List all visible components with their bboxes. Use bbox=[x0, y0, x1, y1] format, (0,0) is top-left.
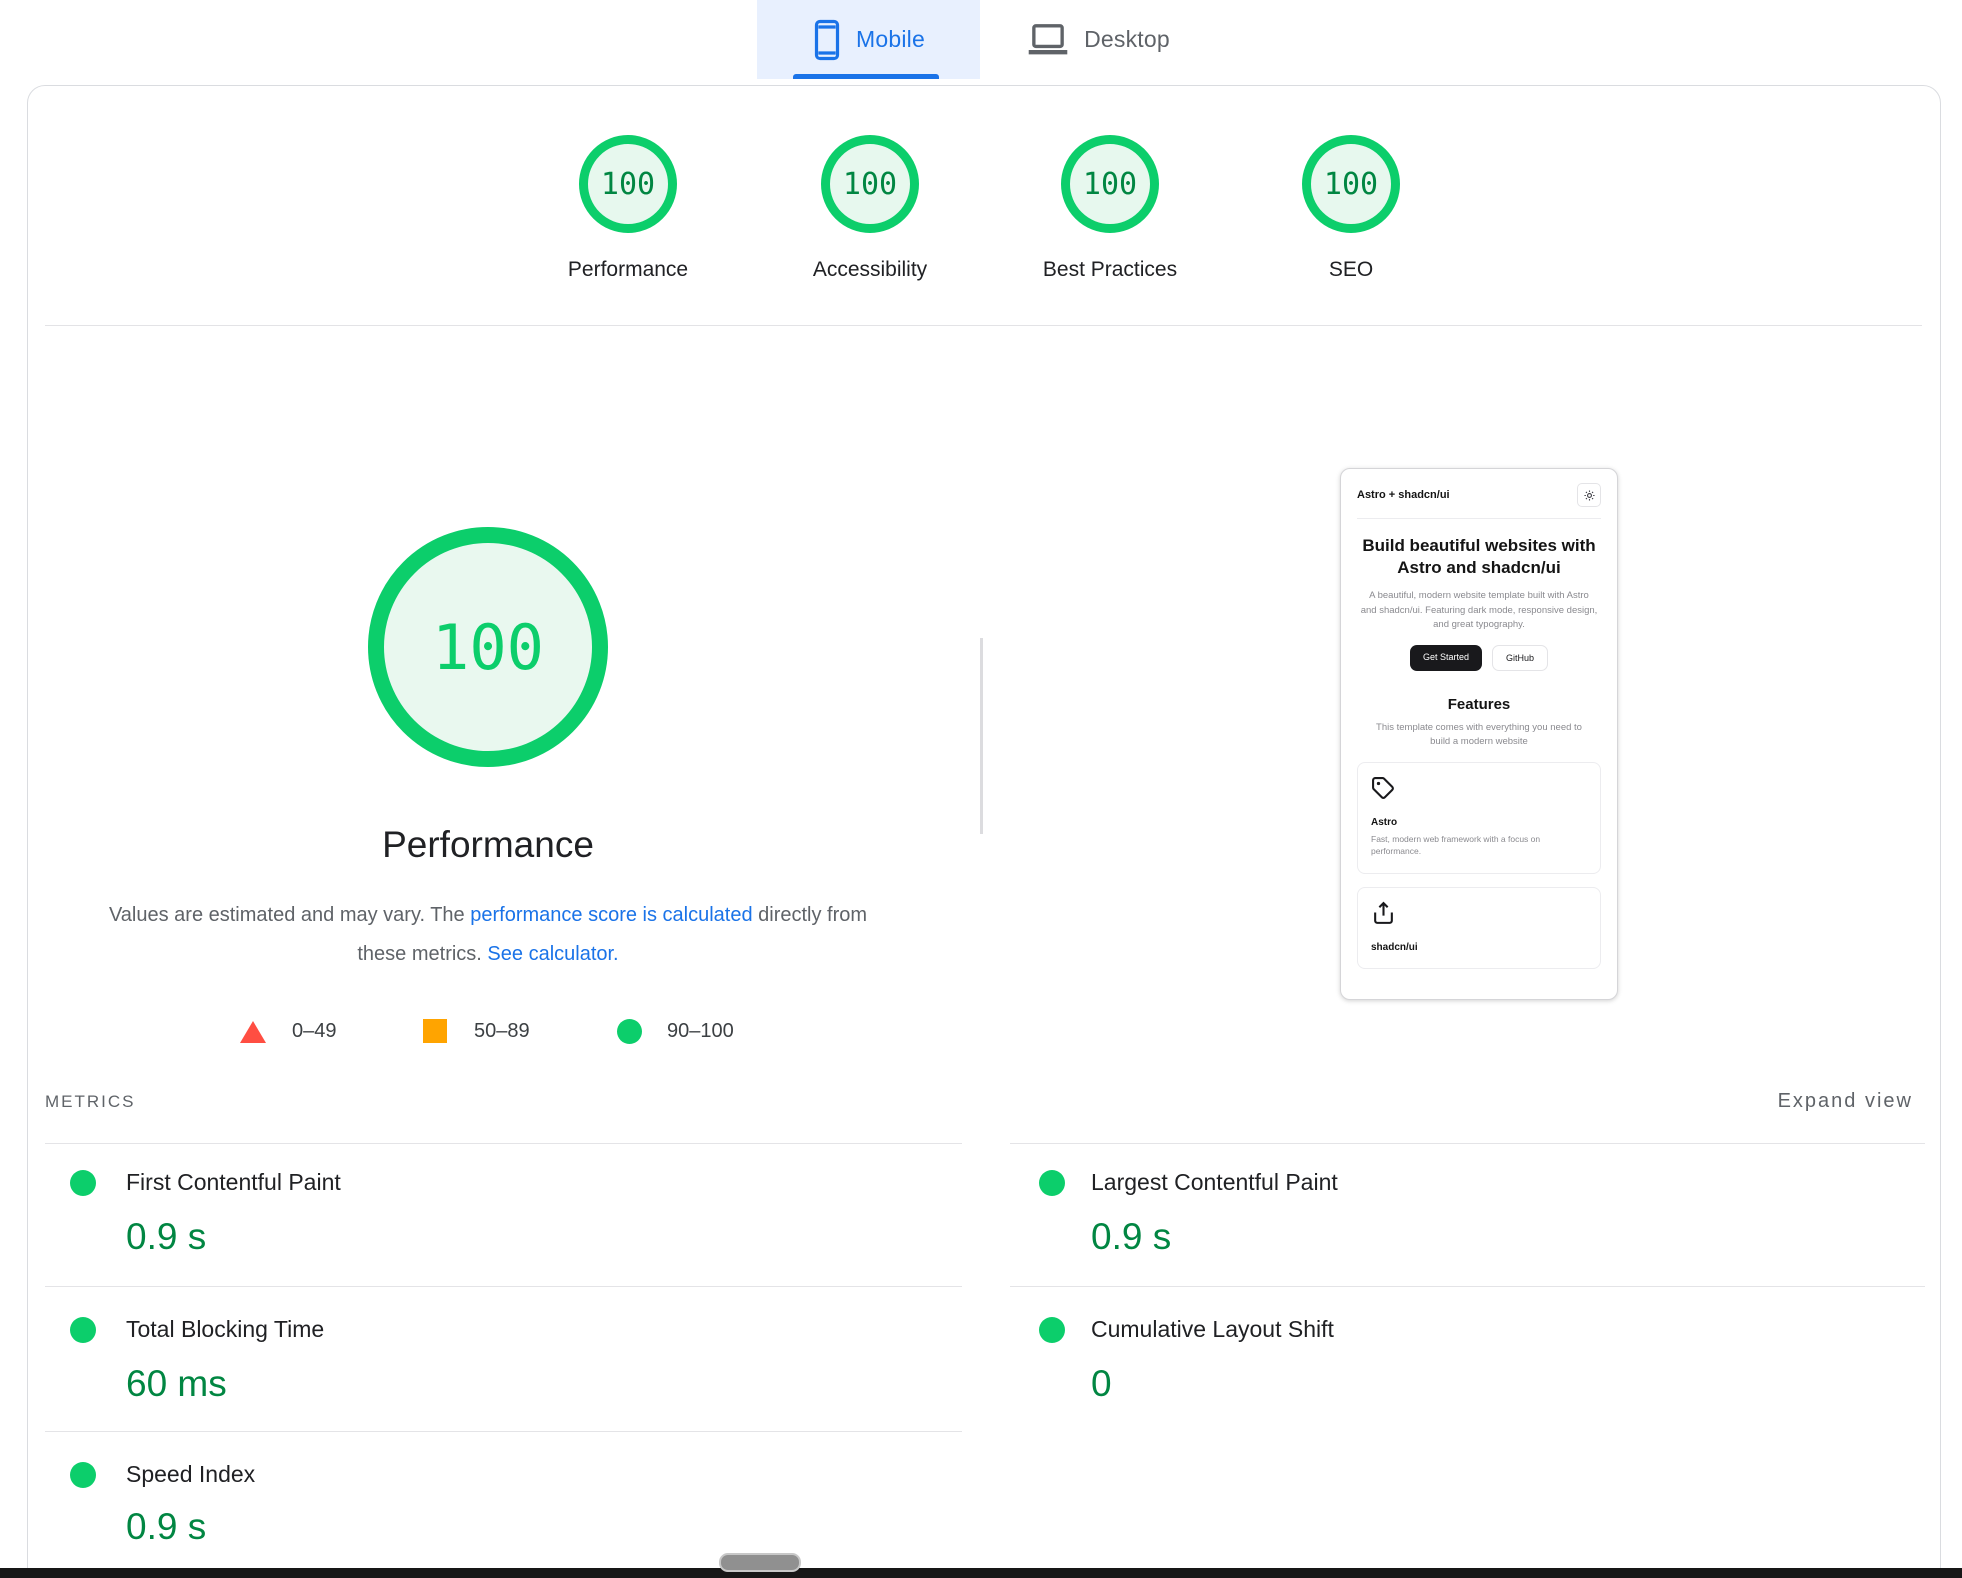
metric-name-speed-index: Speed Index bbox=[126, 1461, 256, 1487]
metric-pass-dot-icon bbox=[70, 1170, 96, 1196]
see-calculator-link[interactable]: See calculator. bbox=[487, 943, 618, 965]
tab-mobile[interactable]: Mobile bbox=[757, 0, 980, 79]
metric-pass-dot-icon bbox=[1039, 1317, 1065, 1343]
score-circle-best-practices: 100 bbox=[1061, 135, 1159, 233]
score-value: 100 bbox=[842, 166, 898, 202]
legend-pass-circle-icon bbox=[617, 1019, 642, 1044]
preview-site-title: Astro + shadcn/ui bbox=[1357, 489, 1450, 501]
preview-site-header: Astro + shadcn/ui bbox=[1357, 483, 1601, 519]
category-label-seo[interactable]: SEO bbox=[1221, 258, 1481, 282]
performance-gauge: 100 bbox=[368, 527, 608, 767]
metric-value-fcp: 0.9 s bbox=[126, 1216, 207, 1257]
metric-name-lcp: Largest Contentful Paint bbox=[1091, 1169, 1338, 1195]
preview-feature-text: Fast, modern web framework with a focus … bbox=[1371, 833, 1541, 857]
performance-gauge-score: 100 bbox=[432, 610, 544, 684]
preview-feature-title: shadcn/ui bbox=[1371, 941, 1418, 953]
preview-hero-buttons: Get Started GitHub bbox=[1357, 644, 1601, 671]
performance-section-title: Performance bbox=[382, 824, 594, 865]
metric-name-cls: Cumulative Layout Shift bbox=[1091, 1316, 1334, 1342]
metric-value-cls: 0 bbox=[1091, 1363, 1112, 1404]
metric-row-divider bbox=[1010, 1143, 1925, 1144]
score-value: 100 bbox=[1323, 166, 1379, 202]
sun-icon bbox=[1583, 489, 1595, 501]
category-label-accessibility[interactable]: Accessibility bbox=[740, 258, 1000, 282]
preview-feature-card-shadcn: shadcn/ui bbox=[1357, 886, 1601, 969]
legend-average-range: 50–89 bbox=[474, 1020, 530, 1042]
final-screenshot-thumbnail[interactable]: Astro + shadcn/ui Build beautiful websit… bbox=[1340, 468, 1618, 1000]
legend-fail-triangle-icon bbox=[240, 1021, 266, 1043]
tab-desktop[interactable]: Desktop bbox=[988, 0, 1208, 79]
metrics-heading: METRICS bbox=[45, 1092, 136, 1111]
preview-feature-card-astro: Astro Fast, modern web framework with a … bbox=[1357, 761, 1601, 874]
preview-features-heading: Features bbox=[1447, 695, 1511, 713]
metric-pass-dot-icon bbox=[1039, 1170, 1065, 1196]
score-value: 100 bbox=[600, 166, 656, 202]
preview-get-started-button: Get Started bbox=[1409, 644, 1482, 671]
metric-row-divider bbox=[45, 1143, 962, 1144]
legend-average-square-icon bbox=[423, 1019, 447, 1043]
metric-row-divider bbox=[1010, 1286, 1925, 1287]
tab-desktop-label: Desktop bbox=[1084, 26, 1170, 52]
tab-mobile-label: Mobile bbox=[856, 26, 925, 52]
pagespeed-report: Mobile Desktop 100 100 100 100 Performan… bbox=[0, 0, 1962, 1578]
legend-fail-range: 0–49 bbox=[292, 1020, 337, 1042]
theme-toggle-button bbox=[1577, 483, 1601, 507]
score-circle-performance: 100 bbox=[579, 135, 677, 233]
laptop-icon bbox=[1028, 23, 1068, 54]
score-value: 100 bbox=[1082, 166, 1138, 202]
category-label-performance[interactable]: Performance bbox=[498, 258, 758, 282]
metric-value-lcp: 0.9 s bbox=[1091, 1216, 1172, 1257]
metric-row-divider bbox=[45, 1431, 962, 1432]
metric-value-tbt: 60 ms bbox=[126, 1363, 227, 1404]
metric-row-divider bbox=[45, 1286, 962, 1287]
section-divider bbox=[45, 325, 1922, 326]
category-label-best-practices[interactable]: Best Practices bbox=[980, 258, 1240, 282]
score-circle-seo: 100 bbox=[1302, 135, 1400, 233]
metric-name-tbt: Total Blocking Time bbox=[126, 1316, 325, 1342]
preview-feature-title: Astro bbox=[1371, 816, 1398, 828]
smartphone-icon bbox=[814, 19, 840, 60]
preview-hero-heading: Build beautiful websites with Astro and … bbox=[1362, 536, 1596, 577]
metric-value-speed-index: 0.9 s bbox=[126, 1506, 207, 1547]
disclaimer-text: Values are estimated and may vary. The bbox=[108, 904, 471, 926]
horizontal-scrollbar-thumb[interactable] bbox=[719, 1553, 801, 1572]
column-divider bbox=[980, 638, 983, 834]
tab-mobile-active-indicator bbox=[793, 74, 939, 79]
tag-icon bbox=[1372, 776, 1394, 799]
share-icon bbox=[1374, 901, 1393, 924]
metric-pass-dot-icon bbox=[70, 1462, 96, 1488]
score-disclaimer: Values are estimated and may vary. The p… bbox=[108, 896, 868, 974]
preview-hero-text: A beautiful, modern website template bui… bbox=[1360, 590, 1598, 630]
calculated-link[interactable]: performance score is calculated bbox=[470, 904, 752, 926]
expand-view-button[interactable]: Expand view bbox=[1778, 1090, 1913, 1113]
preview-github-button: GitHub bbox=[1492, 644, 1549, 671]
score-circle-accessibility: 100 bbox=[821, 135, 919, 233]
metric-name-fcp: First Contentful Paint bbox=[126, 1169, 341, 1195]
metric-pass-dot-icon bbox=[70, 1317, 96, 1343]
preview-features-text: This template comes with everything you … bbox=[1376, 721, 1582, 747]
legend-pass-range: 90–100 bbox=[667, 1020, 734, 1042]
bottom-dark-bar bbox=[0, 1568, 1962, 1578]
